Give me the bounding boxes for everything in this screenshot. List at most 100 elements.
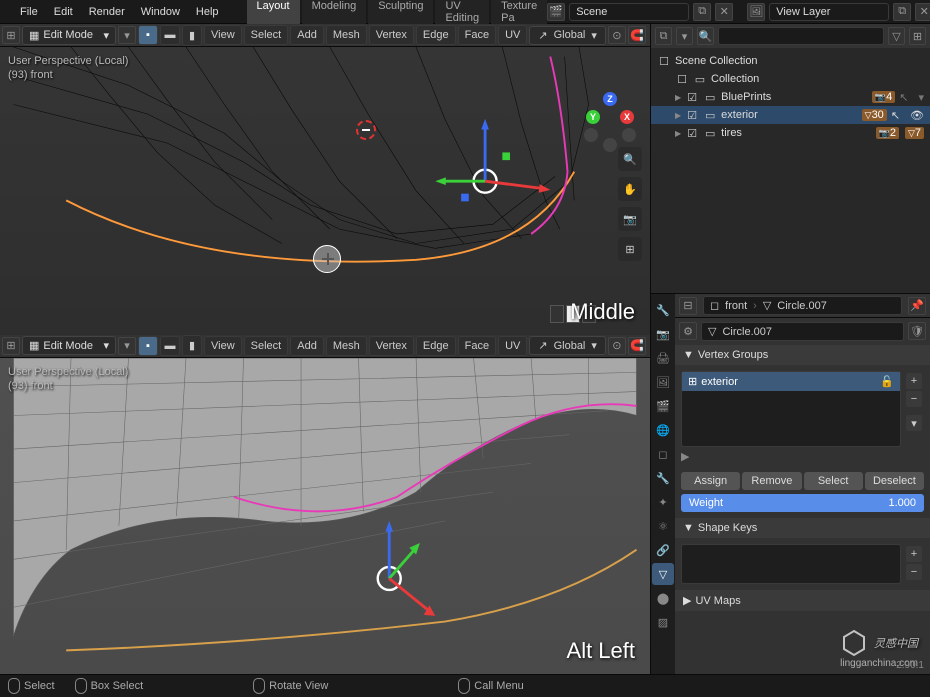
new-collection-icon[interactable]: ⊞ xyxy=(909,27,926,45)
menu-view[interactable]: View xyxy=(204,336,242,356)
vertex-groups-list[interactable]: ⊞ exterior 🔓 xyxy=(681,371,901,447)
tab-uv-editing[interactable]: UV Editing xyxy=(435,0,489,27)
tab-constraints[interactable]: 🔗 xyxy=(652,539,674,561)
edge-select-toggle[interactable]: ▬ xyxy=(160,25,180,45)
menu-edge[interactable]: Edge xyxy=(416,25,456,45)
pivot-icon[interactable]: ⊙ xyxy=(608,337,626,355)
viewlayer-input[interactable] xyxy=(769,3,889,21)
editor-type-icon[interactable]: ⧉ xyxy=(655,27,672,45)
vertex-group-item[interactable]: ⊞ exterior 🔓 xyxy=(682,372,900,391)
menu-face[interactable]: Face xyxy=(458,336,496,356)
breadcrumb[interactable]: ◻ front › ▽ Circle.007 xyxy=(703,296,902,315)
tab-physics[interactable]: ⚛ xyxy=(652,515,674,537)
tab-material[interactable]: ⬤ xyxy=(652,587,674,609)
add-group-button[interactable]: + xyxy=(906,373,922,389)
editor-type-icon[interactable]: ⊞ xyxy=(2,337,20,355)
face-select-toggle[interactable]: ▮ xyxy=(182,25,202,46)
shape-keys-header[interactable]: ▼ Shape Keys xyxy=(675,518,930,538)
vertex-select-toggle[interactable]: ▪ xyxy=(138,336,158,356)
tab-output[interactable]: 🖨 xyxy=(652,347,674,369)
tab-render[interactable]: 📷 xyxy=(652,323,674,345)
tab-data[interactable]: ▽ xyxy=(652,563,674,585)
tree-item-tires[interactable]: ▶ ☑ ▭ tires 📷2 ▽7 xyxy=(651,124,930,142)
tab-modifiers[interactable]: 🔧 xyxy=(652,467,674,489)
snap-icon[interactable]: 🧲 xyxy=(628,26,646,44)
tab-layout[interactable]: Layout xyxy=(247,0,300,27)
menu-vertex[interactable]: Vertex xyxy=(369,25,414,45)
tab-texture-paint[interactable]: Texture Pa xyxy=(491,0,547,27)
viewport-1[interactable]: User Perspective (Local) (93) front Z Y … xyxy=(0,47,650,335)
vertex-groups-header[interactable]: ▼ Vertex Groups xyxy=(675,345,930,365)
face-select-toggle[interactable]: ▮ xyxy=(182,335,202,356)
outliner-search[interactable] xyxy=(718,27,884,45)
edge-select-toggle[interactable]: ▬ xyxy=(160,336,180,356)
mode-menu-icon[interactable]: ▾ xyxy=(118,26,136,44)
options-icon[interactable]: ⚙ xyxy=(679,322,697,340)
filter-icon[interactable]: ▽ xyxy=(888,27,905,45)
camera-icon[interactable]: 📷 xyxy=(618,207,642,231)
remove-shapekey-button[interactable]: − xyxy=(906,564,922,580)
vertex-select-toggle[interactable]: ▪ xyxy=(138,25,158,45)
scene-name-input[interactable] xyxy=(569,3,689,21)
scene-browse-icon[interactable]: 🎬 xyxy=(547,3,565,21)
orientation-select[interactable]: ↗ Global ▾ xyxy=(529,26,606,45)
checkbox-icon[interactable]: ☑ xyxy=(685,126,699,140)
checkbox-icon[interactable]: ☑ xyxy=(685,90,699,104)
tab-tool[interactable]: 🔧 xyxy=(652,299,674,321)
scene-delete-icon[interactable]: ✕ xyxy=(715,3,733,21)
tab-texture[interactable]: ▨ xyxy=(652,611,674,633)
add-shapekey-button[interactable]: + xyxy=(906,546,922,562)
mode-select-1[interactable]: ▦ Edit Mode ▾ xyxy=(22,26,116,45)
menu-select[interactable]: Select xyxy=(244,25,289,45)
datablock-input[interactable]: ▽ Circle.007 xyxy=(701,322,904,341)
menu-window[interactable]: Window xyxy=(133,6,188,18)
menu-add[interactable]: Add xyxy=(290,25,324,45)
editor-type-icon[interactable]: ⊞ xyxy=(2,26,20,44)
assign-button[interactable]: Assign xyxy=(681,472,740,490)
menu-edit[interactable]: Edit xyxy=(46,6,81,18)
menu-uv[interactable]: UV xyxy=(498,25,527,45)
tree-collection[interactable]: ☐ ▭ Collection xyxy=(651,70,930,88)
deselect-button[interactable]: Deselect xyxy=(865,472,924,490)
shield-icon[interactable]: 🛡 xyxy=(908,322,926,340)
menu-uv[interactable]: UV xyxy=(498,336,527,356)
zoom-icon[interactable]: 🔍 xyxy=(618,147,642,171)
disclosure-icon[interactable]: ▶ xyxy=(675,129,681,138)
display-mode-icon[interactable]: ▾ xyxy=(676,27,693,45)
specials-menu-button[interactable]: ▾ xyxy=(906,415,922,431)
menu-file[interactable]: File xyxy=(12,6,46,18)
menu-face[interactable]: Face xyxy=(458,25,496,45)
tab-particles[interactable]: ✦ xyxy=(652,491,674,513)
menu-select[interactable]: Select xyxy=(244,336,289,356)
menu-mesh[interactable]: Mesh xyxy=(326,25,367,45)
lock-icon[interactable]: 🔓 xyxy=(880,375,894,388)
menu-render[interactable]: Render xyxy=(81,6,133,18)
uv-maps-header[interactable]: ▶ UV Maps xyxy=(675,590,930,611)
tree-item-blueprints[interactable]: ▶ ☑ ▭ BluePrints 📷4 ↖ ▾ xyxy=(651,88,930,106)
menu-help[interactable]: Help xyxy=(188,6,227,18)
disclosure-icon[interactable]: ▶ xyxy=(675,93,681,102)
snap-icon[interactable]: 🧲 xyxy=(628,337,646,355)
tab-object[interactable]: ◻ xyxy=(652,443,674,465)
viewport-2[interactable]: User Perspective (Local) (93) front Alt … xyxy=(0,358,650,674)
disclosure-icon[interactable]: ▶ xyxy=(681,450,689,463)
chevron-down-icon[interactable]: ▾ xyxy=(918,91,924,104)
viewlayer-new-icon[interactable]: ⧉ xyxy=(893,3,911,21)
tab-sculpting[interactable]: Sculpting xyxy=(368,0,433,27)
shape-keys-list[interactable] xyxy=(681,544,901,584)
remove-group-button[interactable]: − xyxy=(906,391,922,407)
tab-modeling[interactable]: Modeling xyxy=(302,0,367,27)
pivot-icon[interactable]: ⊙ xyxy=(608,26,626,44)
menu-add[interactable]: Add xyxy=(290,336,324,356)
pan-icon[interactable]: ✋ xyxy=(618,177,642,201)
scene-new-icon[interactable]: ⧉ xyxy=(693,3,711,21)
selectable-icon[interactable]: ↖ xyxy=(891,109,900,122)
menu-mesh[interactable]: Mesh xyxy=(326,336,367,356)
menu-view[interactable]: View xyxy=(204,25,242,45)
checkbox-icon[interactable]: ☐ xyxy=(675,72,689,86)
disclosure-icon[interactable]: ▶ xyxy=(675,111,681,120)
tree-root[interactable]: ☐ Scene Collection xyxy=(651,52,930,70)
tree-item-exterior[interactable]: ▶ ☑ ▭ exterior ▽30 ↖ 👁 xyxy=(651,106,930,124)
visible-icon[interactable]: 👁 xyxy=(910,109,924,122)
shading-wireframe[interactable] xyxy=(550,305,564,323)
